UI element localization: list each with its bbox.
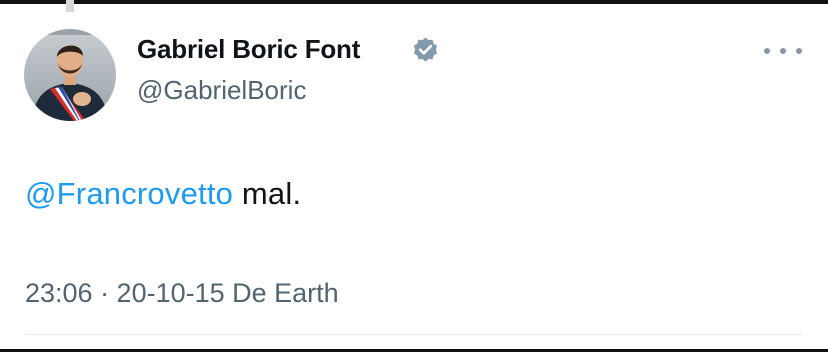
more-dot xyxy=(796,48,802,54)
verified-badge-icon xyxy=(413,37,438,62)
author-display-name[interactable]: Gabriel Boric Font xyxy=(137,34,360,65)
tweet-text: @Francrovetto mal. xyxy=(25,176,301,212)
tweet-card[interactable]: Gabriel Boric Font @GabrielBoric @Francr… xyxy=(0,4,828,349)
mention-link[interactable]: @Francrovetto xyxy=(25,176,233,211)
author-handle[interactable]: @GabrielBoric xyxy=(137,75,306,106)
more-dot xyxy=(780,48,786,54)
more-dot xyxy=(764,48,770,54)
tweet-body: mal. xyxy=(233,176,302,211)
avatar[interactable] xyxy=(24,29,116,121)
more-options-icon[interactable] xyxy=(764,42,802,60)
divider xyxy=(24,334,802,335)
tweet-timestamp[interactable]: 23:06 · 20-10-15 De Earth xyxy=(25,278,339,309)
avatar-photo xyxy=(24,29,116,121)
